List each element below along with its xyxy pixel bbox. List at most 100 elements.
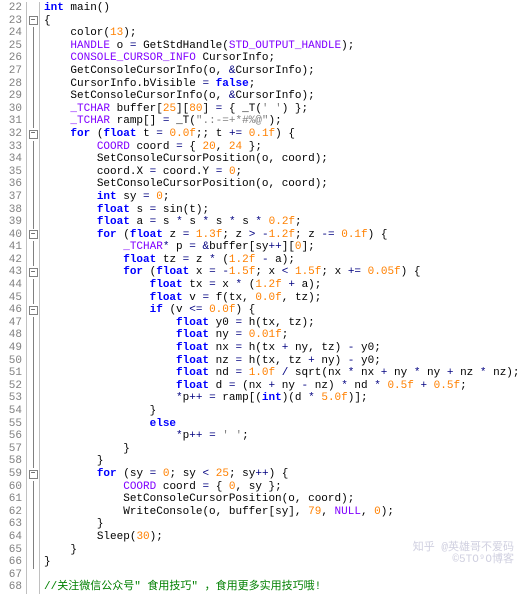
line-number: 48	[0, 329, 22, 342]
fold-slot	[27, 254, 39, 267]
line-number: 28	[0, 78, 22, 91]
code-line[interactable]: for (float x = -1.5f; x < 1.5f; x += 0.0…	[44, 266, 522, 279]
line-number: 24	[0, 27, 22, 40]
code-line[interactable]: SetConsoleCursorPosition(o, coord);	[44, 178, 522, 191]
code-line[interactable]: float ny = 0.01f;	[44, 329, 522, 342]
fold-slot	[27, 518, 39, 531]
code-line[interactable]: float tx = x * (1.2f + a);	[44, 279, 522, 292]
code-line[interactable]: SetConsoleCursorInfo(o, &CursorInfo);	[44, 90, 522, 103]
fold-toggle-icon[interactable]: −	[29, 130, 38, 139]
code-line[interactable]: }	[44, 443, 522, 456]
line-number: 27	[0, 65, 22, 78]
code-line[interactable]: {	[44, 15, 522, 28]
line-number: 45	[0, 292, 22, 305]
line-number: 47	[0, 317, 22, 330]
fold-slot[interactable]: −	[27, 304, 39, 317]
code-line[interactable]: CONSOLE_CURSOR_INFO CursorInfo;	[44, 52, 522, 65]
fold-toggle-icon[interactable]: −	[29, 230, 38, 239]
code-line[interactable]: //关注微信公众号" 食用技巧" ，食用更多实用技巧哦!	[44, 581, 522, 594]
line-number: 61	[0, 493, 22, 506]
code-line[interactable]: _TCHAR* p = &buffer[sy++][0];	[44, 241, 522, 254]
code-line[interactable]: SetConsoleCursorPosition(o, coord);	[44, 153, 522, 166]
code-line[interactable]: GetConsoleCursorInfo(o, &CursorInfo);	[44, 65, 522, 78]
line-number: 36	[0, 178, 22, 191]
fold-slot	[27, 292, 39, 305]
fold-slot	[27, 166, 39, 179]
line-number: 39	[0, 216, 22, 229]
line-number: 26	[0, 52, 22, 65]
fold-slot	[27, 40, 39, 53]
code-line[interactable]: *p++ = ramp[(int)(d * 5.0f)];	[44, 392, 522, 405]
line-number: 51	[0, 367, 22, 380]
code-line[interactable]: _TCHAR ramp[] = _T(".:-=+*#%@");	[44, 115, 522, 128]
code-line[interactable]	[44, 569, 522, 582]
code-line[interactable]: float v = f(tx, 0.0f, tz);	[44, 292, 522, 305]
fold-slot	[27, 531, 39, 544]
fold-slot	[27, 581, 39, 594]
code-line[interactable]: else	[44, 418, 522, 431]
code-line[interactable]: float s = sin(t);	[44, 204, 522, 217]
code-line[interactable]: WriteConsole(o, buffer[sy], 79, NULL, 0)…	[44, 506, 522, 519]
code-line[interactable]: int main()	[44, 2, 522, 15]
fold-toggle-icon[interactable]: −	[29, 268, 38, 277]
code-line[interactable]: COORD coord = { 20, 24 };	[44, 141, 522, 154]
code-line[interactable]: float y0 = h(tx, tz);	[44, 317, 522, 330]
line-number: 62	[0, 506, 22, 519]
code-line[interactable]: CursorInfo.bVisible = false;	[44, 78, 522, 91]
code-line[interactable]: *p++ = ' ';	[44, 430, 522, 443]
code-line[interactable]: float d = (nx + ny - nz) * nd * 0.5f + 0…	[44, 380, 522, 393]
line-number: 46	[0, 304, 22, 317]
code-line[interactable]: }	[44, 405, 522, 418]
fold-slot	[27, 430, 39, 443]
code-line[interactable]: float nx = h(tx + ny, tz) - y0;	[44, 342, 522, 355]
line-number: 49	[0, 342, 22, 355]
code-line[interactable]: SetConsoleCursorPosition(o, coord);	[44, 493, 522, 506]
code-line[interactable]: float nz = h(tx, tz + ny) - y0;	[44, 355, 522, 368]
code-line[interactable]: float tz = z * (1.2f - a);	[44, 254, 522, 267]
line-number: 54	[0, 405, 22, 418]
code-line[interactable]: color(13);	[44, 27, 522, 40]
fold-gutter[interactable]: − − − − − −	[26, 2, 40, 594]
fold-toggle-icon[interactable]: −	[29, 306, 38, 315]
fold-slot	[27, 355, 39, 368]
code-line[interactable]: for (float t = 0.0f;; t += 0.1f) {	[44, 128, 522, 141]
fold-slot	[27, 103, 39, 116]
fold-slot	[27, 392, 39, 405]
line-number: 34	[0, 153, 22, 166]
line-number: 32	[0, 128, 22, 141]
code-line[interactable]: coord.X = coord.Y = 0;	[44, 166, 522, 179]
code-line[interactable]: HANDLE o = GetStdHandle(STD_OUTPUT_HANDL…	[44, 40, 522, 53]
line-number: 58	[0, 455, 22, 468]
code-line[interactable]: for (sy = 0; sy < 25; sy++) {	[44, 468, 522, 481]
fold-slot[interactable]: −	[27, 468, 39, 481]
line-number: 33	[0, 141, 22, 154]
fold-toggle-icon[interactable]: −	[29, 16, 38, 25]
line-number: 31	[0, 115, 22, 128]
code-area[interactable]: int main(){ color(13); HANDLE o = GetStd…	[40, 2, 522, 594]
code-line[interactable]: float a = s * s * s * s * 0.2f;	[44, 216, 522, 229]
fold-slot	[27, 481, 39, 494]
code-line[interactable]: float nd = 1.0f / sqrt(nx * nx + ny * ny…	[44, 367, 522, 380]
fold-slot[interactable]: −	[27, 229, 39, 242]
fold-slot	[27, 153, 39, 166]
fold-slot	[27, 191, 39, 204]
fold-slot[interactable]: −	[27, 266, 39, 279]
fold-toggle-icon[interactable]: −	[29, 470, 38, 479]
code-line[interactable]: }	[44, 518, 522, 531]
fold-slot	[27, 52, 39, 65]
line-number: 52	[0, 380, 22, 393]
fold-slot	[27, 78, 39, 91]
fold-slot[interactable]: −	[27, 15, 39, 28]
fold-slot	[27, 569, 39, 582]
fold-slot[interactable]: −	[27, 128, 39, 141]
fold-slot	[27, 27, 39, 40]
code-line[interactable]: int sy = 0;	[44, 191, 522, 204]
line-number: 67	[0, 569, 22, 582]
code-line[interactable]: COORD coord = { 0, sy };	[44, 481, 522, 494]
code-line[interactable]: for (float z = 1.3f; z > -1.2f; z -= 0.1…	[44, 229, 522, 242]
code-line[interactable]: }	[44, 455, 522, 468]
code-line[interactable]: _TCHAR buffer[25][80] = { _T(' ') };	[44, 103, 522, 116]
watermark-line: 知乎 @英雄哥不爱码	[413, 542, 514, 555]
line-number: 64	[0, 531, 22, 544]
code-line[interactable]: if (v <= 0.0f) {	[44, 304, 522, 317]
